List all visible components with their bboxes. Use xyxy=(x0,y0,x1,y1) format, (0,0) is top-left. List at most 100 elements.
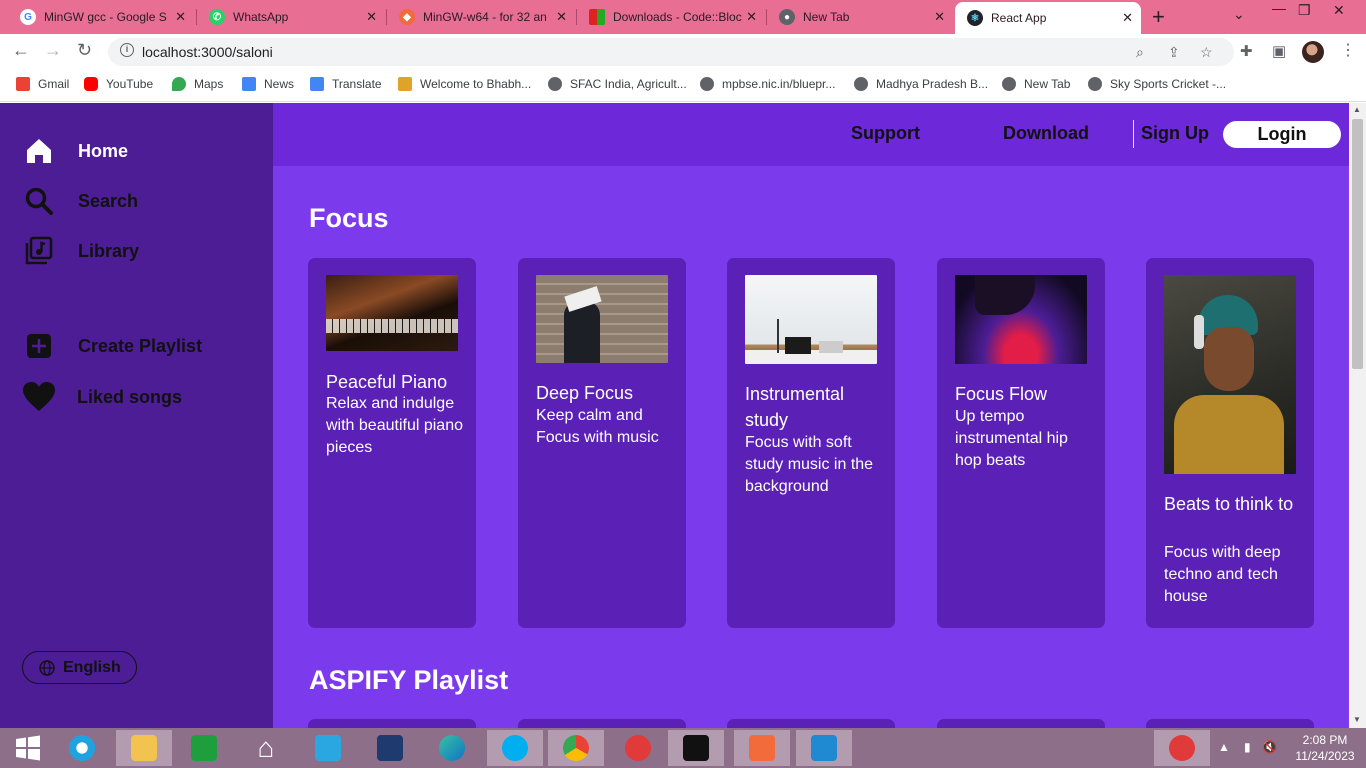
close-icon[interactable]: ✕ xyxy=(366,9,377,25)
taskbar-mail[interactable] xyxy=(300,730,356,766)
bookmark-item[interactable]: Madhya Pradesh B... xyxy=(854,77,988,91)
taskbar-vscode[interactable] xyxy=(796,730,852,766)
home-icon xyxy=(27,139,51,163)
desk-photo xyxy=(745,275,877,364)
sidebar-item-search[interactable]: Search xyxy=(24,186,138,216)
language-button[interactable]: English xyxy=(22,651,137,684)
sidebar-item-library[interactable]: Library xyxy=(24,236,139,266)
signup-link[interactable]: Sign Up xyxy=(1141,123,1209,144)
close-icon[interactable]: ✕ xyxy=(1122,10,1133,26)
playlist-card[interactable] xyxy=(937,719,1105,728)
page-scrollbar[interactable]: ▲ ▼ xyxy=(1349,103,1366,728)
restore-icon[interactable]: ❐ xyxy=(1298,2,1311,19)
sidebar-item-create-playlist[interactable]: Create Playlist xyxy=(24,331,202,361)
bookmark-item[interactable]: Translate xyxy=(310,77,382,91)
share-icon[interactable]: ⇪ xyxy=(1168,44,1180,61)
bookmark-item[interactable]: Sky Sports Cricket -... xyxy=(1088,77,1226,91)
playlist-card[interactable] xyxy=(1146,719,1314,728)
tray-chevron-icon[interactable]: ▲ xyxy=(1218,740,1230,754)
bookmark-item[interactable]: YouTube xyxy=(84,77,153,91)
clock-date: 11/24/2023 xyxy=(1295,749,1355,763)
side-panel-icon[interactable]: ▣ xyxy=(1272,42,1286,60)
taskbar-store[interactable] xyxy=(176,730,232,766)
menu-kebab-icon[interactable]: ⋮ xyxy=(1340,40,1356,60)
browser-tab[interactable]: G MinGW gcc - Google S ✕ xyxy=(8,0,194,34)
playlist-card[interactable]: Deep Focus Keep calm and Focus with musi… xyxy=(518,258,686,628)
sidebar-item-liked-songs[interactable]: Liked songs xyxy=(22,381,182,413)
new-tab-plus-icon[interactable]: + xyxy=(1152,4,1165,30)
card-description: Focus with deep techno and tech house xyxy=(1164,544,1281,605)
zoom-icon[interactable]: ⌕ xyxy=(1136,44,1144,61)
bookmark-item[interactable]: Welcome to Bhabh... xyxy=(398,77,531,91)
sidebar: Home Search Library Create Playlist Like… xyxy=(0,103,273,728)
bookmark-item[interactable]: mpbse.nic.in/bluepr... xyxy=(700,77,835,91)
browser-tab[interactable]: Downloads - Code::Bloc ✕ xyxy=(577,0,765,34)
section-title-aspify-playlist: ASPIFY Playlist xyxy=(309,665,509,695)
lenovo-icon xyxy=(377,735,403,761)
close-icon[interactable]: ✕ xyxy=(746,9,757,25)
download-link[interactable]: Download xyxy=(1003,123,1089,144)
close-icon[interactable]: ✕ xyxy=(175,9,186,25)
taskbar-app[interactable] xyxy=(610,730,666,766)
taskbar-terminal[interactable] xyxy=(668,730,724,766)
login-button[interactable]: Login xyxy=(1223,121,1341,148)
extensions-puzzle-icon[interactable]: ✚ xyxy=(1240,42,1253,60)
address-bar[interactable]: i localhost:3000/saloni ⌕ ⇪ ☆ xyxy=(108,38,1234,66)
browser-tab-active[interactable]: ⚛ React App ✕ xyxy=(955,2,1141,34)
taskbar-skype[interactable] xyxy=(487,730,543,766)
start-button[interactable] xyxy=(0,730,56,766)
close-icon[interactable]: ✕ xyxy=(556,9,567,25)
playlist-card[interactable]: Instrumental study Focus with soft study… xyxy=(727,258,895,628)
system-clock[interactable]: 2:08 PM 11/24/2023 xyxy=(1292,732,1358,764)
bookmark-star-icon[interactable]: ☆ xyxy=(1200,44,1213,61)
window-close-icon[interactable]: ✕ xyxy=(1333,2,1345,19)
sidebar-item-home[interactable]: Home xyxy=(24,136,128,166)
playlist-card[interactable]: Peaceful Piano Relax and indulge with be… xyxy=(308,258,476,628)
taskbar-chrome[interactable] xyxy=(548,730,604,766)
playlist-card[interactable]: Focus Flow Up tempo instrumental hip hop… xyxy=(937,258,1105,628)
taskbar-lenovo[interactable] xyxy=(362,730,418,766)
scroll-up-arrow-icon[interactable]: ▲ xyxy=(1353,105,1361,114)
terminal-icon xyxy=(683,735,709,761)
bookmark-item[interactable]: SFAC India, Agricult... xyxy=(548,77,687,91)
playlist-card[interactable] xyxy=(518,719,686,728)
bookmark-item[interactable]: Gmail xyxy=(16,77,69,91)
bookmark-label: Translate xyxy=(332,77,382,91)
taskbar-file-explorer[interactable] xyxy=(116,730,172,766)
profile-avatar[interactable] xyxy=(1302,41,1324,63)
url-text[interactable]: localhost:3000/saloni xyxy=(142,44,273,60)
site-info-icon[interactable]: i xyxy=(120,43,134,57)
taskbar-home[interactable]: ⌂ xyxy=(238,730,294,766)
playlist-card[interactable] xyxy=(727,719,895,728)
browser-tab[interactable]: ✆ WhatsApp ✕ xyxy=(197,0,385,34)
reload-icon[interactable]: ↻ xyxy=(77,40,92,61)
browser-tab[interactable]: ◆ MinGW-w64 - for 32 an ✕ xyxy=(387,0,575,34)
chrome-icon xyxy=(563,735,589,761)
react-icon: ⚛ xyxy=(967,10,983,26)
taskbar-sublime[interactable] xyxy=(734,730,790,766)
volume-muted-icon[interactable]: 🔇 xyxy=(1262,740,1277,754)
scroll-down-arrow-icon[interactable]: ▼ xyxy=(1353,715,1361,724)
card-title: Deep Focus xyxy=(536,383,634,403)
tab-title: MinGW-w64 - for 32 an xyxy=(423,10,547,24)
bookmark-item[interactable]: Maps xyxy=(172,77,223,91)
taskbar-tray-app[interactable] xyxy=(1154,730,1210,766)
battery-icon[interactable]: ▮ xyxy=(1244,740,1251,754)
headphones-photo xyxy=(1164,275,1296,474)
bookmark-item[interactable]: News xyxy=(242,77,294,91)
book-face-photo xyxy=(536,275,668,363)
taskbar-ie[interactable] xyxy=(54,730,110,766)
taskbar-edge[interactable] xyxy=(424,730,480,766)
playlist-card[interactable] xyxy=(308,719,476,728)
support-link[interactable]: Support xyxy=(851,123,920,144)
close-icon[interactable]: ✕ xyxy=(934,9,945,25)
back-arrow-icon[interactable]: ← xyxy=(12,40,30,61)
playlist-card[interactable]: Beats to think to Focus with deep techno… xyxy=(1146,258,1314,628)
scrollbar-thumb[interactable] xyxy=(1352,119,1363,369)
tab-search-chevron-icon[interactable]: ⌄ xyxy=(1233,6,1245,23)
forward-arrow-icon[interactable]: → xyxy=(44,40,62,61)
bookmark-item[interactable]: New Tab xyxy=(1002,77,1070,91)
minimize-icon[interactable]: — xyxy=(1272,0,1286,16)
browser-tab[interactable]: ● New Tab ✕ xyxy=(767,0,953,34)
tab-title: React App xyxy=(991,11,1047,25)
